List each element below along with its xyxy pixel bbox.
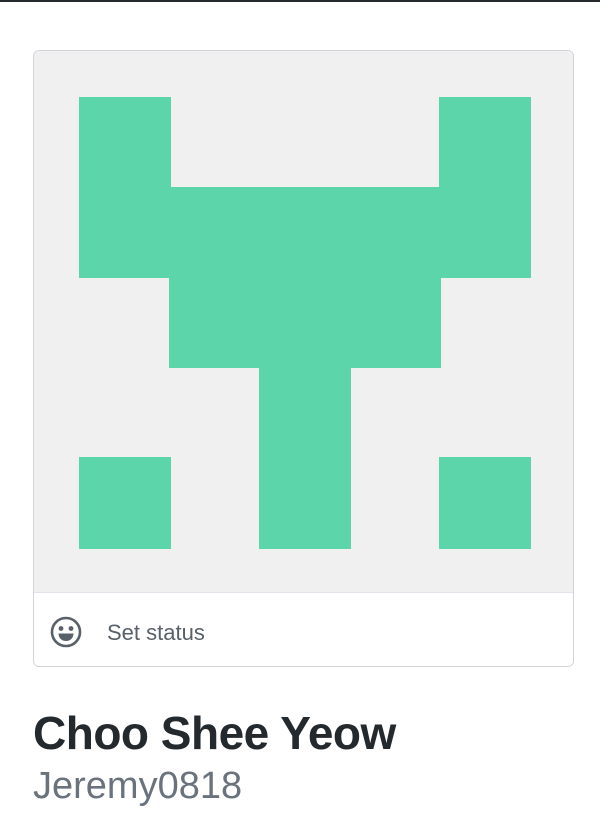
identicon-block xyxy=(439,457,531,549)
identicon-block xyxy=(439,97,531,278)
identicon-block xyxy=(79,457,171,549)
top-divider xyxy=(0,0,600,2)
identicon-block xyxy=(169,187,441,368)
profile-username: Jeremy0818 xyxy=(33,765,243,807)
identicon-block xyxy=(79,97,171,278)
avatar[interactable] xyxy=(34,51,573,592)
set-status-label: Set status xyxy=(107,620,205,645)
set-status-button[interactable]: Set status xyxy=(34,592,573,666)
avatar-card: Set status xyxy=(33,50,574,667)
smiley-icon xyxy=(50,616,82,648)
profile-full-name: Choo Shee Yeow xyxy=(33,707,396,759)
identicon-block xyxy=(259,366,351,549)
identicon-graphic xyxy=(79,97,531,549)
